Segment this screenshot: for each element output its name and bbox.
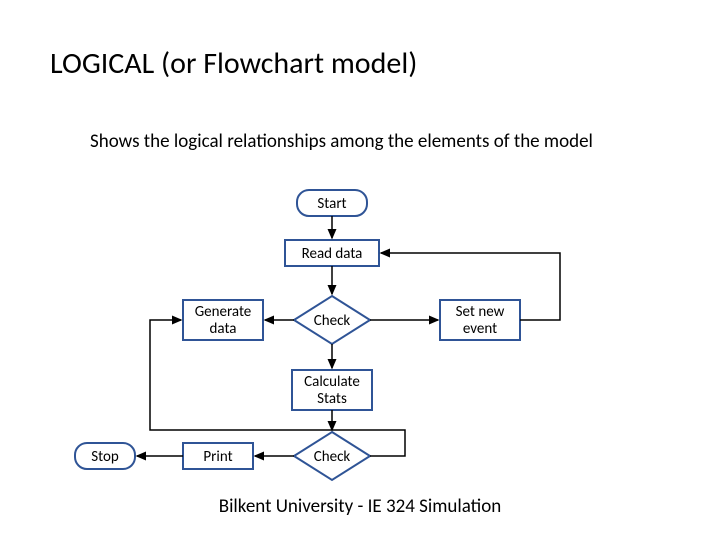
label-check2: Check: [314, 448, 351, 466]
label-setnew2: event: [463, 320, 497, 338]
label-calc2: Stats: [317, 390, 347, 408]
label-calc1: Calculate: [304, 373, 360, 391]
slide-footer: Bilkent University - IE 324 Simulation: [0, 495, 720, 518]
label-read: Read data: [302, 245, 363, 263]
flowchart: Start Read data Generate data Check Set …: [0, 0, 720, 540]
label-start: Start: [317, 195, 346, 213]
label-generate1: Generate: [195, 303, 252, 321]
label-print: Print: [203, 448, 232, 466]
label-setnew1: Set new: [456, 303, 505, 321]
label-generate2: data: [210, 320, 237, 338]
label-stop: Stop: [91, 448, 119, 466]
label-check1: Check: [314, 312, 351, 330]
